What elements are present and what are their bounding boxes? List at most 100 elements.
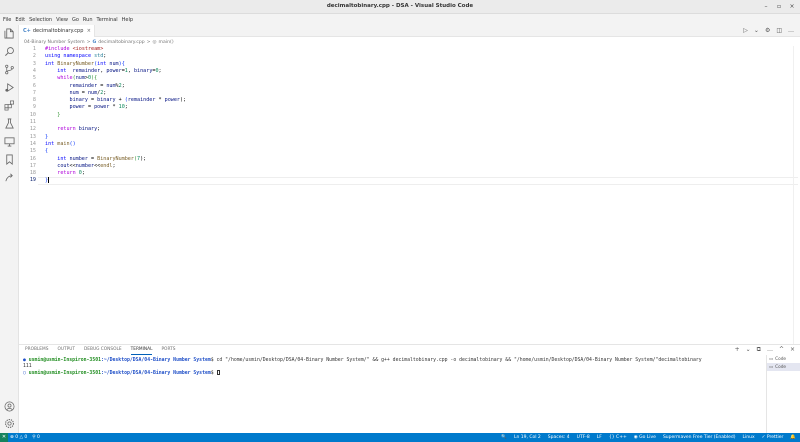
menu-view[interactable]: View — [56, 17, 68, 23]
editor-tab-bar: C+ decimaltobinary.cpp × ▷ ⌄ ⚙ ◫ … — [19, 25, 800, 37]
line-number: 7 — [32, 89, 36, 96]
editor-scrollbar[interactable] — [793, 46, 800, 344]
tab-debug-console[interactable]: DEBUG CONSOLE — [84, 347, 122, 355]
supermaven-status[interactable]: Supermaven Free Tier (Enabled) — [663, 435, 736, 440]
code-line: 6 remainder = num%2; — [19, 83, 779, 90]
tab-label: decimaltobinary.cpp — [32, 28, 84, 34]
remote-explorer-icon[interactable] — [4, 136, 15, 147]
explorer-icon[interactable] — [4, 28, 15, 39]
run-code-icon[interactable]: ▷ — [743, 27, 748, 34]
menu-file[interactable]: File — [3, 17, 11, 23]
code-line: 7 num = num/2; — [19, 90, 779, 97]
terminal-output[interactable]: ● usmin@usmin-Inspiron-3501:~/Desktop/DS… — [23, 358, 763, 376]
code-line: 8 binary = binary + (remainder * power); — [19, 97, 779, 104]
menu-go[interactable]: Go — [72, 17, 79, 23]
code-line: 15{ — [19, 148, 779, 155]
breadcrumb-separator: > — [86, 39, 91, 45]
run-debug-icon[interactable] — [4, 82, 15, 93]
tab-problems[interactable]: PROBLEMS — [25, 347, 48, 355]
encoding-status[interactable]: UTF-8 — [577, 435, 590, 440]
terminal-dropdown-icon[interactable]: ⌄ — [746, 346, 751, 354]
indentation-status[interactable]: Spaces: 4 — [548, 435, 570, 440]
maximize-button[interactable]: ▫ — [775, 3, 783, 11]
source-control-icon[interactable] — [4, 64, 15, 75]
menu-terminal[interactable]: Terminal — [97, 17, 118, 23]
account-icon[interactable] — [4, 401, 15, 412]
problems-status[interactable]: ⊗ 0 △ 0 — [10, 435, 27, 440]
cpp-file-icon: G — [92, 39, 97, 45]
maximize-panel-icon[interactable]: ^ — [779, 346, 784, 354]
bookmark-icon[interactable] — [4, 154, 15, 165]
line-number: 6 — [32, 82, 36, 89]
line-number: 13 — [29, 133, 36, 140]
settings-icon[interactable]: ⚙ — [765, 27, 770, 34]
remote-indicator-icon[interactable]: ✕ — [0, 433, 8, 442]
settings-gear-icon[interactable] — [4, 418, 15, 429]
eol-status[interactable]: LF — [597, 435, 602, 440]
line-number: 16 — [29, 155, 36, 162]
line-number: 5 — [32, 75, 36, 82]
menu-run[interactable]: Run — [83, 17, 93, 23]
terminal-cursor — [216, 370, 220, 375]
tab-terminal[interactable]: TERMINAL — [130, 347, 153, 355]
code-line: 10 } — [19, 112, 779, 119]
menu-edit[interactable]: Edit — [15, 17, 25, 23]
live-share-icon[interactable] — [4, 172, 15, 183]
prettier-status[interactable]: ✓ Prettier — [762, 435, 784, 440]
terminal-line: ● usmin@usmin-Inspiron-3501:~/Desktop/DS… — [23, 358, 702, 363]
line-number: 18 — [29, 170, 36, 177]
breadcrumb-folder[interactable]: 04-Binary Number System — [24, 40, 85, 45]
ports-status[interactable]: ⚲ 0 — [32, 435, 40, 440]
extensions-icon[interactable] — [4, 100, 15, 111]
tab-output[interactable]: OUTPUT — [57, 347, 75, 355]
os-status[interactable]: Linux — [743, 435, 755, 440]
line-number: 8 — [32, 97, 36, 104]
line-number: 3 — [32, 60, 36, 67]
line-number: 4 — [32, 67, 36, 74]
command-decoration-icon: ● — [23, 358, 26, 363]
search-icon[interactable] — [4, 46, 15, 57]
terminal-instance[interactable]: ▭ Code — [767, 363, 800, 371]
title-bar: decimaltobinary.cpp - DSA - Visual Studi… — [0, 0, 800, 14]
terminal-list: ▭ Code ▭ Code — [766, 355, 800, 434]
tab-decimaltobinary[interactable]: C+ decimaltobinary.cpp × — [19, 25, 95, 37]
breadcrumb-file[interactable]: decimaltobinary.cpp — [98, 40, 144, 45]
zoom-icon[interactable]: 🔍 — [501, 435, 507, 440]
go-live-button[interactable]: ◉ Go Live — [634, 435, 656, 440]
split-editor-icon[interactable]: ◫ — [776, 27, 782, 34]
more-actions-icon[interactable]: … — [767, 346, 773, 354]
new-terminal-icon[interactable]: + — [735, 346, 740, 354]
breadcrumb-symbol[interactable]: main() — [159, 40, 174, 45]
split-terminal-icon[interactable]: ⧉ — [757, 346, 761, 354]
terminal-instance[interactable]: ▭ Code — [767, 355, 800, 363]
code-line: 1 #include <iostream> — [19, 46, 779, 53]
terminal-icon: ▭ — [769, 364, 774, 370]
notifications-bell-icon[interactable]: 🔔 — [790, 435, 796, 440]
command-decoration-icon: ○ — [23, 371, 26, 376]
terminal-line: ○ usmin@usmin-Inspiron-3501:~/Desktop/DS… — [23, 370, 763, 376]
cursor-position[interactable]: Ln 19, Col 2 — [514, 435, 541, 440]
menu-selection[interactable]: Selection — [29, 17, 52, 23]
code-line: 16 int number = BinaryNumber(7); — [19, 156, 779, 163]
close-tab-icon[interactable]: × — [87, 28, 91, 34]
menu-bar: File Edit Selection View Go Run Terminal… — [0, 14, 800, 25]
close-window-button[interactable]: × — [788, 3, 796, 11]
run-dropdown-icon[interactable]: ⌄ — [754, 27, 759, 34]
breadcrumb-separator: > — [146, 39, 151, 45]
menu-help[interactable]: Help — [122, 17, 133, 23]
panel-actions: + ⌄ ⧉ … ^ × — [735, 346, 795, 354]
code-line: 19} — [19, 177, 779, 184]
bottom-panel: PROBLEMS OUTPUT DEBUG CONSOLE TERMINAL P… — [19, 344, 800, 434]
line-number: 10 — [29, 111, 36, 118]
code-line: 3 int BinaryNumber(int num){ — [19, 61, 779, 68]
code-line: 14 int main() — [19, 141, 779, 148]
code-line: 9 power = power * 10; — [19, 104, 779, 111]
minimize-button[interactable]: – — [762, 3, 770, 11]
language-mode[interactable]: {} C++ — [609, 435, 627, 440]
code-editor[interactable]: 1 #include <iostream> 2 using namespace st… — [19, 46, 800, 344]
more-actions-icon[interactable]: … — [788, 27, 794, 34]
tab-ports[interactable]: PORTS — [161, 347, 175, 355]
close-panel-icon[interactable]: × — [790, 346, 795, 354]
testing-icon[interactable] — [4, 118, 15, 129]
code-line: 11 — [19, 119, 779, 126]
